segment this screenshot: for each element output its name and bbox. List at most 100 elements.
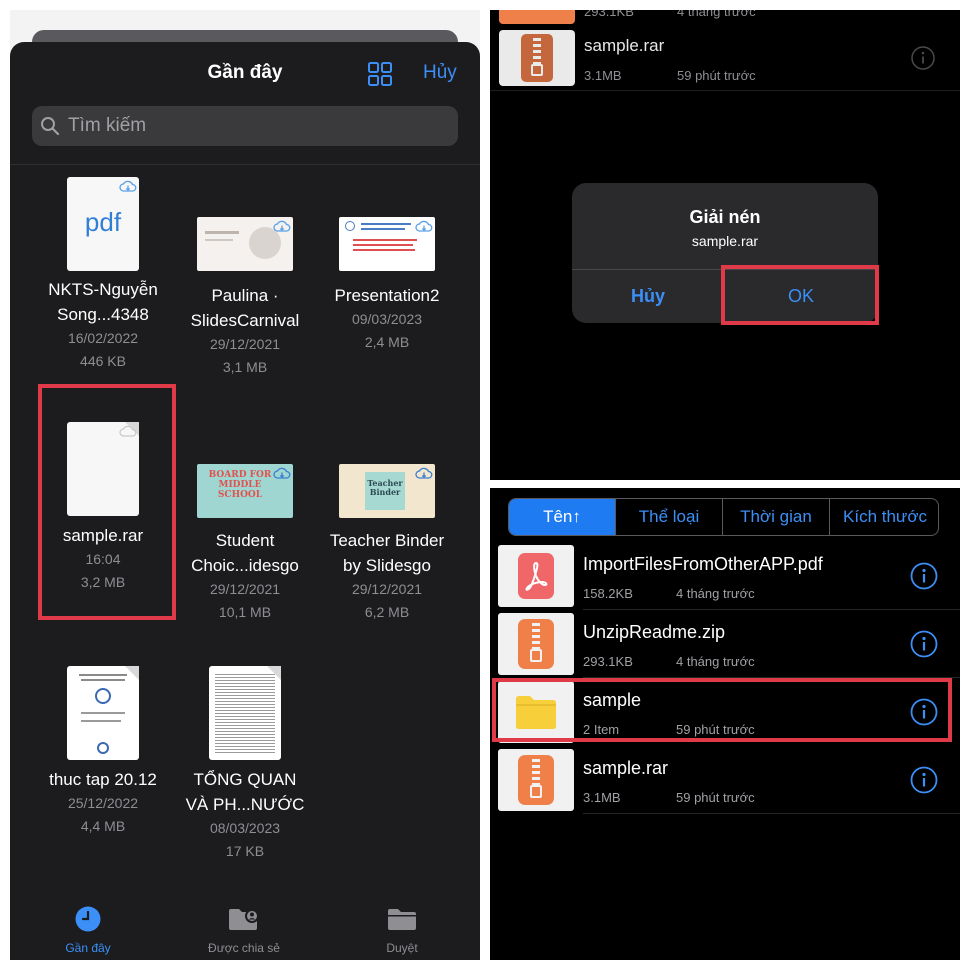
slide-title: Teacher Binder: [367, 478, 403, 497]
clock-icon: [75, 906, 101, 932]
zip-file-icon: [499, 10, 575, 24]
tab-label: Được chia sẻ: [208, 941, 280, 955]
dialog-title: Giải nén: [689, 207, 761, 227]
list-item[interactable]: sample.rar 3.1MB 59 phút trước: [490, 24, 960, 92]
divider: [583, 813, 960, 814]
doc-thumbnail: [209, 666, 281, 760]
list-item[interactable]: UnzipReadme.zip 293.1KB 4 tháng trước: [490, 610, 960, 678]
file-item-teacher-binder[interactable]: Teacher Binder Teacher Binder by Slidesg…: [312, 464, 462, 624]
logo-shape: [97, 742, 109, 754]
list-item[interactable]: ImportFilesFromOtherAPP.pdf 158.2KB 4 th…: [490, 542, 960, 610]
grid-view-icon[interactable]: [368, 62, 392, 86]
info-icon[interactable]: [911, 46, 935, 70]
title-line: [205, 239, 233, 241]
text-line: [361, 223, 411, 225]
text-line: [361, 228, 405, 230]
files-app-panel: Gần đây Hủy Tìm kiếm pdf NKTS-Nguyễn Son…: [10, 10, 480, 960]
sort-by-type[interactable]: Thể loại: [616, 499, 722, 535]
slide-thumbnail: BOARD FOR MIDDLE SCHOOL: [197, 464, 293, 518]
slide-thumbnail: [339, 217, 435, 271]
tab-label: Gần đây: [65, 941, 111, 955]
info-icon[interactable]: [910, 766, 938, 794]
file-date: 16/02/2022: [67, 330, 139, 346]
file-time: 4 tháng trước: [676, 586, 755, 601]
acrobat-icon: [525, 561, 548, 591]
zipper: [532, 759, 540, 785]
tab-label: Duyệt: [386, 941, 418, 955]
tab-bar: Gần đây Được chia sẻ Duyệt: [10, 894, 480, 960]
cancel-button[interactable]: Hủy: [423, 62, 457, 84]
file-date: 08/03/2023: [209, 820, 281, 836]
file-name-line2: by Slidesgo: [343, 556, 431, 575]
tab-browse[interactable]: Duyệt: [332, 906, 472, 955]
search-icon: [41, 117, 60, 136]
pdf-file-icon: [498, 545, 574, 607]
highlight-box: [492, 678, 952, 742]
file-size: 6,2 MB: [364, 604, 410, 620]
file-time: 4 tháng trước: [677, 10, 756, 19]
file-size: 293.1KB: [583, 654, 633, 669]
file-date: 29/12/2021: [209, 336, 281, 352]
title-line: [205, 231, 239, 234]
text-line: [81, 720, 121, 722]
cloud-download-icon: [273, 467, 291, 479]
page-title: Gần đây: [207, 62, 283, 83]
file-item-presentation2[interactable]: Presentation2 09/03/2023 2,4 MB: [312, 217, 462, 354]
page-fold: [267, 666, 281, 680]
sort-segmented-control: Tên↑ Thể loại Thời gian Kích thước: [508, 498, 939, 536]
file-size: 158.2KB: [583, 586, 633, 601]
file-name: UnzipReadme.zip: [583, 622, 726, 642]
zip-file-icon: [498, 749, 574, 811]
file-date: 25/12/2022: [67, 795, 139, 811]
cloud-download-icon: [273, 220, 291, 232]
file-time: 59 phút trước: [677, 68, 756, 83]
file-date: 29/12/2021: [351, 581, 423, 597]
search-input[interactable]: Tìm kiếm: [32, 106, 458, 146]
file-item-nkts[interactable]: pdf NKTS-Nguyễn Song...4348 16/02/2022 4…: [28, 177, 178, 373]
file-size: 293.1KB: [584, 10, 634, 19]
logo-shape: [345, 221, 355, 231]
file-name: Student: [215, 531, 275, 550]
file-name: TỔNG QUAN: [193, 770, 297, 789]
file-name-line2: Choic...idesgo: [191, 556, 299, 575]
file-size: 3.1MB: [583, 790, 621, 805]
file-time: 59 phút trước: [676, 790, 755, 805]
file-item-student-choice[interactable]: BOARD FOR MIDDLE SCHOOL Student Choic...…: [170, 464, 320, 624]
slide-thumbnail: Teacher Binder: [339, 464, 435, 518]
file-item-tong-quan[interactable]: TỔNG QUAN VÀ PH...NƯỚC 08/03/2023 17 KB: [170, 666, 320, 863]
info-icon[interactable]: [910, 562, 938, 590]
zipper: [532, 623, 540, 649]
shared-folder-icon: [229, 909, 259, 930]
file-date: 09/03/2023: [351, 311, 423, 327]
file-name-line2: VÀ PH...NƯỚC: [185, 795, 305, 814]
tab-shared[interactable]: Được chia sẻ: [174, 906, 314, 955]
zip-pull: [531, 64, 543, 76]
text-line: [81, 712, 125, 714]
cloud-download-icon: [119, 180, 137, 192]
file-size: 3,1 MB: [222, 359, 268, 375]
doc-thumbnail: [67, 666, 139, 760]
tab-recents[interactable]: Gần đây: [18, 906, 158, 955]
logo-shape: [95, 688, 111, 704]
file-name-line2: SlidesCarnival: [190, 311, 300, 330]
file-item-paulina[interactable]: Paulina · SlidesCarnival 29/12/2021 3,1 …: [170, 217, 320, 379]
list-item[interactable]: sample.rar 3.1MB 59 phút trước: [490, 746, 960, 814]
highlight-box: [721, 265, 879, 325]
slide-title: BOARD FOR MIDDLE SCHOOL: [208, 470, 272, 500]
file-item-thuc-tap[interactable]: thuc tap 20.12 25/12/2022 4,4 MB: [28, 666, 178, 838]
sort-by-name[interactable]: Tên↑: [509, 499, 615, 535]
dialog-cancel-button[interactable]: Hủy: [572, 269, 724, 323]
file-date: 29/12/2021: [209, 581, 281, 597]
info-icon[interactable]: [910, 630, 938, 658]
divider: [490, 90, 960, 91]
file-name: thuc tap 20.12: [49, 770, 157, 789]
zip-pull: [530, 785, 542, 798]
divider: [10, 164, 480, 165]
file-name: Presentation2: [334, 286, 440, 305]
sort-by-time[interactable]: Thời gian: [723, 499, 829, 535]
file-size: 3.1MB: [584, 68, 622, 83]
zipper: [533, 38, 541, 64]
sort-by-size[interactable]: Kích thước: [830, 499, 938, 535]
file-size: 2,4 MB: [364, 334, 410, 350]
text-line: [79, 674, 127, 676]
